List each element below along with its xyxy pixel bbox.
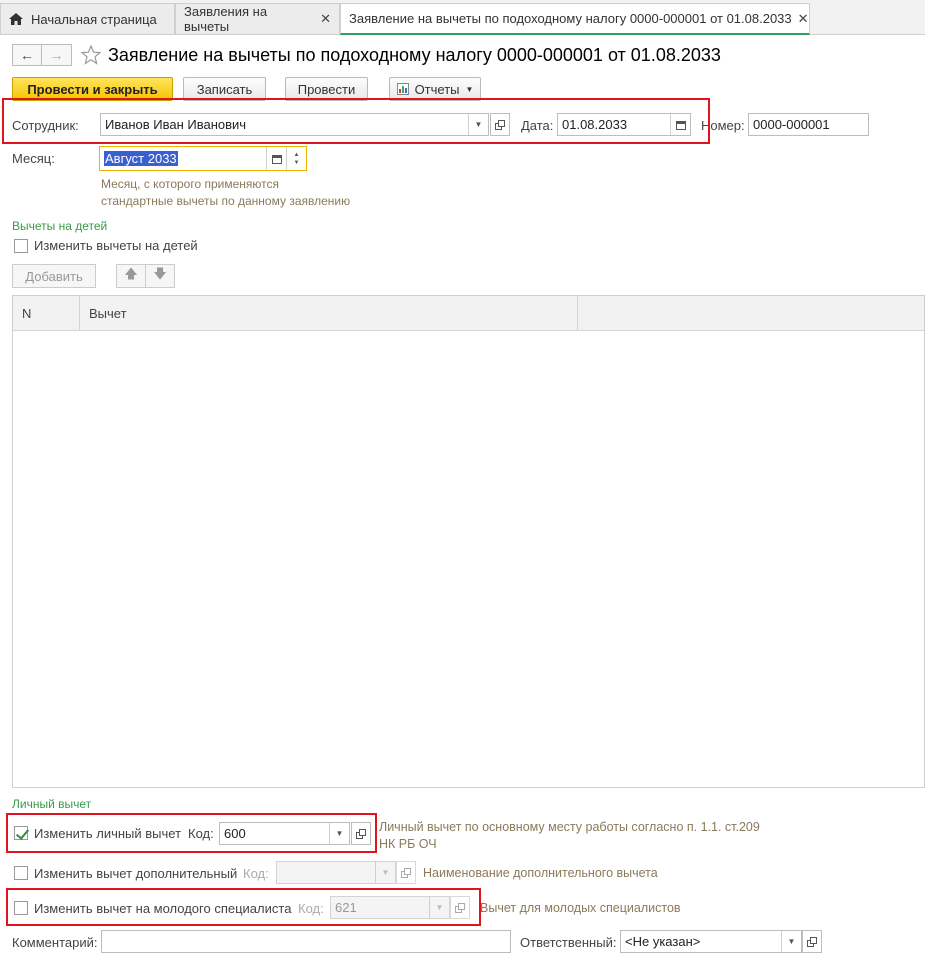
date-field[interactable]: 01.08.2033 bbox=[557, 113, 691, 136]
move-up-button[interactable]: 🡅 bbox=[116, 264, 146, 288]
tab-applications[interactable]: Заявления на вычеты ✕ bbox=[175, 3, 340, 34]
chevron-down-icon[interactable]: ▼ bbox=[375, 862, 395, 883]
date-label: Дата: bbox=[521, 118, 554, 133]
calendar-icon[interactable] bbox=[670, 114, 690, 135]
number-label: Номер: bbox=[701, 118, 745, 133]
chevron-down-icon[interactable]: ▼ bbox=[781, 931, 801, 952]
employee-label: Сотрудник: bbox=[12, 118, 79, 133]
back-button[interactable]: ← bbox=[12, 44, 42, 66]
tab-applications-label: Заявления на вычеты bbox=[184, 4, 268, 34]
month-value: Август 2033 bbox=[104, 151, 178, 166]
move-down-button[interactable]: 🡇 bbox=[145, 264, 175, 288]
open-responsible-button[interactable] bbox=[802, 930, 822, 953]
calendar-icon[interactable] bbox=[266, 147, 286, 170]
number-field[interactable]: 0000-000001 bbox=[748, 113, 869, 136]
open-personal-code-button[interactable] bbox=[351, 822, 371, 845]
additional-code-field[interactable]: ▼ bbox=[276, 861, 396, 884]
arrow-up-icon: 🡅 bbox=[124, 266, 138, 281]
additional-code-label: Код: bbox=[243, 866, 269, 881]
month-hint: Месяц, с которого применяются стандартны… bbox=[101, 177, 351, 208]
column-header-n[interactable]: N bbox=[22, 296, 31, 331]
employee-value: Иванов Иван Иванович bbox=[105, 117, 247, 132]
comment-field[interactable] bbox=[101, 930, 511, 953]
date-value: 01.08.2033 bbox=[562, 117, 628, 132]
change-additional-label: Изменить вычет дополнительный bbox=[34, 866, 238, 881]
close-icon[interactable]: ✕ bbox=[320, 11, 331, 27]
employee-field[interactable]: Иванов Иван Иванович ▼ bbox=[100, 113, 489, 136]
tab-bar: Начальная страница Заявления на вычеты ✕… bbox=[0, 0, 925, 35]
additional-description: Наименование дополнительного вычета bbox=[423, 866, 658, 880]
open-icon bbox=[401, 867, 411, 878]
personal-code-value: 600 bbox=[224, 826, 246, 841]
reports-button[interactable]: Отчеты ▼ bbox=[389, 77, 481, 101]
change-children-checkbox[interactable] bbox=[14, 239, 28, 253]
open-icon bbox=[356, 828, 366, 839]
tab-home[interactable]: Начальная страница bbox=[0, 3, 175, 34]
personal-code-label: Код: bbox=[188, 826, 214, 841]
chevron-down-icon: ▼ bbox=[465, 84, 474, 94]
change-personal-label: Изменить личный вычет bbox=[34, 826, 182, 841]
open-additional-code-button[interactable] bbox=[396, 861, 416, 884]
open-icon bbox=[495, 119, 505, 130]
star-icon[interactable] bbox=[80, 44, 102, 66]
post-button[interactable]: Провести bbox=[285, 77, 368, 101]
responsible-field[interactable]: <Не указан> ▼ bbox=[620, 930, 802, 953]
personal-description: Личный вычет по основному месту работы с… bbox=[379, 820, 760, 851]
spinner-icon[interactable]: ▲ ▼ bbox=[286, 147, 306, 170]
tab-home-label: Начальная страница bbox=[31, 11, 157, 27]
add-button[interactable]: Добавить bbox=[12, 264, 96, 288]
arrow-down-icon: 🡇 bbox=[153, 266, 167, 281]
arrow-right-icon: → bbox=[49, 47, 64, 63]
change-young-specialist-checkbox[interactable] bbox=[14, 901, 28, 915]
young-code-value: 621 bbox=[335, 900, 357, 915]
chevron-down-icon[interactable]: ▼ bbox=[429, 897, 449, 918]
children-section-title: Вычеты на детей bbox=[12, 219, 108, 233]
children-table[interactable]: N Вычет bbox=[12, 295, 925, 788]
young-description: Вычет для молодых специалистов bbox=[480, 901, 681, 915]
column-header-deduction[interactable]: Вычет bbox=[89, 296, 127, 331]
responsible-label: Ответственный: bbox=[520, 935, 617, 950]
responsible-value: <Не указан> bbox=[625, 934, 701, 949]
page-title: Заявление на вычеты по подоходному налог… bbox=[108, 44, 721, 65]
young-code-field[interactable]: 621 ▼ bbox=[330, 896, 450, 919]
post-and-close-button[interactable]: Провести и закрыть bbox=[12, 77, 173, 101]
tab-current-document[interactable]: Заявление на вычеты по подоходному налог… bbox=[340, 3, 810, 35]
change-children-label: Изменить вычеты на детей bbox=[34, 238, 198, 253]
close-icon[interactable]: ✕ bbox=[798, 11, 809, 27]
comment-label: Комментарий: bbox=[12, 935, 98, 950]
young-code-label: Код: bbox=[298, 901, 324, 916]
forward-button[interactable]: → bbox=[42, 44, 72, 66]
open-young-code-button[interactable] bbox=[450, 896, 470, 919]
change-young-specialist-label: Изменить вычет на молодого специалиста bbox=[34, 901, 292, 916]
open-employee-button[interactable] bbox=[490, 113, 510, 136]
report-icon bbox=[396, 83, 409, 95]
change-additional-checkbox[interactable] bbox=[14, 866, 28, 880]
home-icon bbox=[9, 13, 23, 25]
chevron-down-icon[interactable]: ▼ bbox=[329, 823, 349, 844]
month-field[interactable]: Август 2033 ▲ ▼ bbox=[99, 146, 307, 171]
change-personal-checkbox[interactable] bbox=[14, 826, 28, 840]
table-header: N Вычет bbox=[13, 296, 924, 331]
open-icon bbox=[455, 902, 465, 913]
number-value: 0000-000001 bbox=[753, 117, 830, 132]
month-label: Месяц: bbox=[12, 151, 55, 166]
reports-label: Отчеты bbox=[414, 81, 460, 97]
open-icon bbox=[807, 936, 817, 947]
tab-current-label: Заявление на вычеты по подоходному налог… bbox=[349, 11, 792, 26]
arrow-left-icon: ← bbox=[20, 47, 34, 63]
personal-code-field[interactable]: 600 ▼ bbox=[219, 822, 350, 845]
personal-section-title: Личный вычет bbox=[12, 797, 92, 811]
save-button[interactable]: Записать bbox=[183, 77, 266, 101]
chevron-down-icon[interactable]: ▼ bbox=[468, 114, 488, 135]
title-row: ← → Заявление на вычеты по подоходному н… bbox=[12, 42, 721, 68]
